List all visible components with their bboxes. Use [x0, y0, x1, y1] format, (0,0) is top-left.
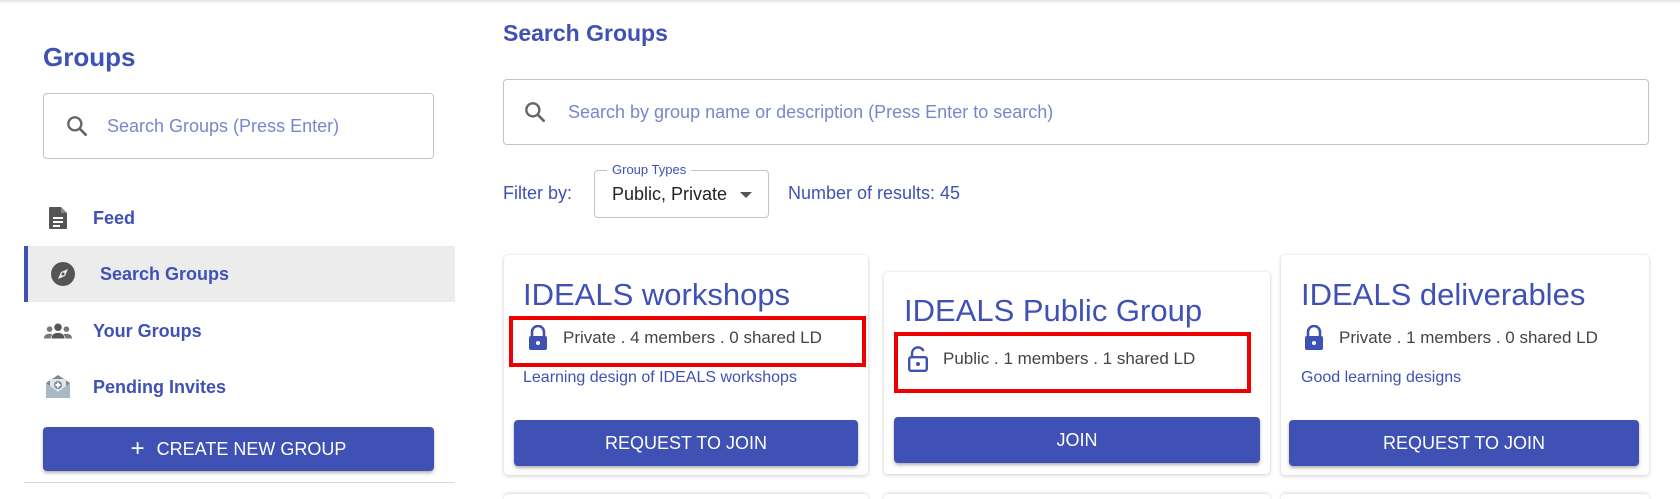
group-card-title: IDEALS Public Group: [904, 293, 1203, 328]
sidebar-item-label: Search Groups: [100, 263, 230, 284]
search-icon: [67, 116, 88, 137]
dropdown-arrow-icon: [740, 192, 752, 198]
document-icon: [44, 204, 72, 232]
sidebar-item-search-groups[interactable]: Search Groups: [24, 246, 455, 302]
lock-icon: [1305, 325, 1323, 350]
sidebar-search-input[interactable]: Search Groups (Press Enter): [43, 93, 434, 159]
group-types-label: Group Types: [607, 162, 692, 177]
create-new-group-button[interactable]: + CREATE NEW GROUP: [43, 427, 434, 471]
sidebar-item-label: Your Groups: [93, 320, 202, 341]
sidebar-item-your-groups[interactable]: Your Groups: [24, 303, 455, 359]
group-card: IDEALS deliverables Private . 1 members …: [1281, 255, 1649, 475]
page-title: Search Groups: [503, 20, 668, 46]
sidebar-item-feed[interactable]: Feed: [24, 190, 455, 246]
highlight-box: [509, 316, 866, 367]
group-card-title: IDEALS deliverables: [1301, 277, 1586, 312]
highlight-box: [894, 332, 1251, 393]
compass-icon: [49, 260, 77, 288]
sidebar-item-label: Feed: [93, 207, 136, 228]
group-card: [1281, 494, 1649, 499]
plus-icon: +: [130, 435, 145, 462]
request-to-join-button[interactable]: REQUEST TO JOIN: [514, 420, 858, 466]
filter-label: Filter by:: [503, 183, 573, 203]
group-card: [884, 494, 1270, 499]
group-search-input[interactable]: Search by group name or description (Pre…: [503, 79, 1649, 145]
results-count: Number of results: 45: [788, 183, 961, 203]
sidebar-divider: [24, 482, 455, 483]
group-card-description: Learning design of IDEALS workshops: [523, 369, 797, 386]
request-to-join-button[interactable]: REQUEST TO JOIN: [1289, 420, 1639, 466]
search-icon: [525, 102, 546, 123]
group-icon: [44, 317, 72, 345]
group-card-title: IDEALS workshops: [523, 277, 791, 312]
group-card-meta-text: Private . 1 members . 0 shared LD: [1339, 328, 1598, 347]
group-card-description: Good learning designs: [1301, 369, 1462, 386]
top-shadow: [0, 0, 1680, 4]
mail-invite-icon: [44, 373, 72, 401]
group-types-select[interactable]: Group Types Public, Private: [594, 162, 769, 218]
create-new-group-label: CREATE NEW GROUP: [156, 438, 347, 459]
sidebar-item-label: Pending Invites: [93, 376, 227, 397]
group-search-placeholder: Search by group name or description (Pre…: [568, 101, 1054, 122]
group-card-meta: Private . 1 members . 0 shared LD: [1303, 325, 1598, 351]
sidebar-item-pending-invites[interactable]: Pending Invites: [24, 359, 455, 415]
group-card: [504, 494, 868, 499]
sidebar-search-placeholder: Search Groups (Press Enter): [107, 115, 340, 136]
join-button[interactable]: JOIN: [894, 417, 1260, 463]
group-types-value: Public, Private: [612, 184, 728, 204]
sidebar-title: Groups: [43, 42, 136, 72]
